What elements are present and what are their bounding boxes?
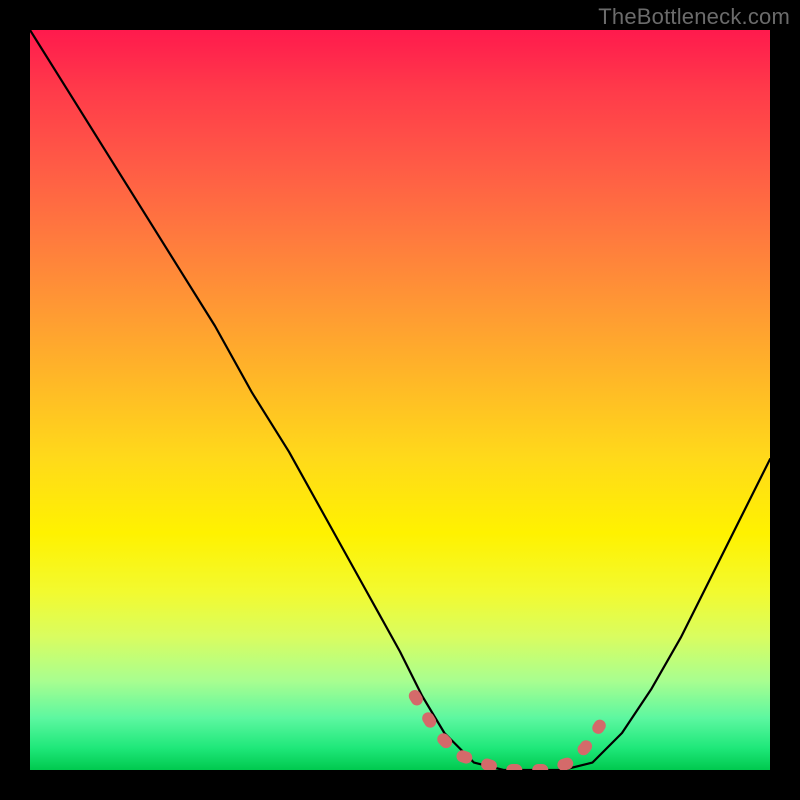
chart-frame: TheBottleneck.com: [0, 0, 800, 800]
trough-marker: [415, 696, 600, 770]
chart-svg: [30, 30, 770, 770]
watermark-text: TheBottleneck.com: [598, 4, 790, 30]
plot-area: [30, 30, 770, 770]
curve-line: [30, 30, 770, 770]
